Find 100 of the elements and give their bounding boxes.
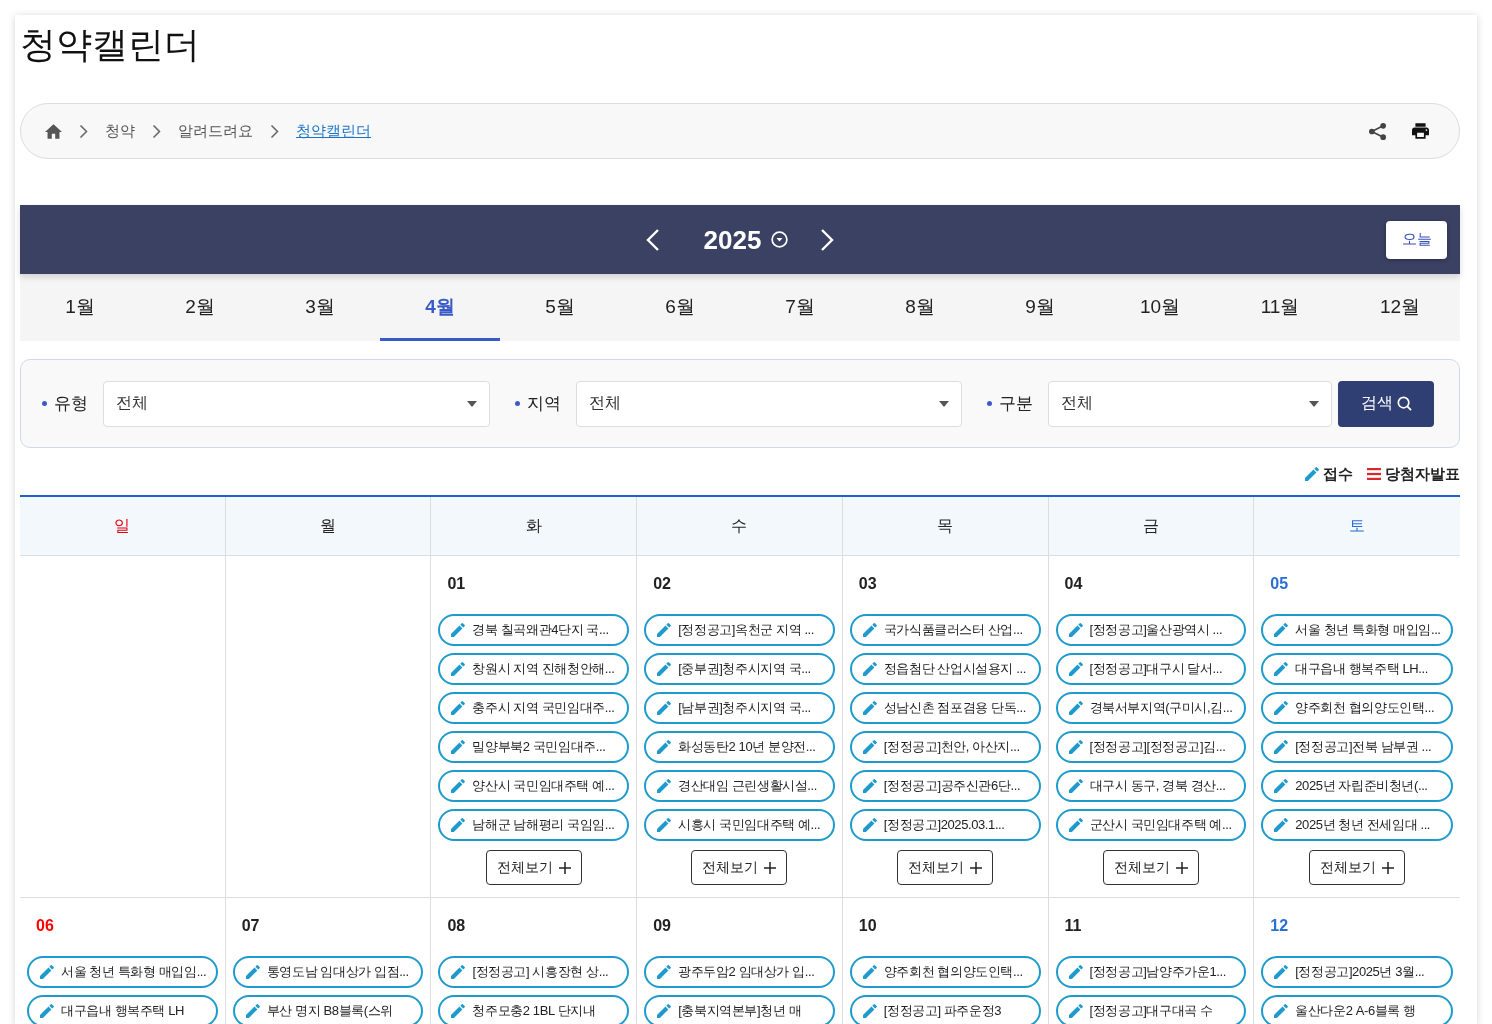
chevron-right-icon[interactable]: [820, 227, 835, 252]
event-item[interactable]: 2025년 청년 전세임대 ...: [1261, 809, 1453, 841]
event-item[interactable]: 군산시 국민임대주택 예...: [1055, 809, 1247, 841]
bullet-dot-icon: [987, 401, 993, 406]
event-item[interactable]: [정정공고]대구대곡 수: [1055, 995, 1247, 1024]
event-item[interactable]: [정정공고]천안, 아산지...: [849, 731, 1041, 763]
event-item[interactable]: 국가식품클러스터 산업...: [849, 614, 1041, 646]
event-item[interactable]: [정정공고]2025년 3월...: [1261, 956, 1453, 988]
pencil-icon: [1068, 779, 1083, 793]
event-item[interactable]: 경산대임 근린생활시설...: [644, 770, 835, 802]
pencil-icon: [451, 701, 466, 715]
event-item[interactable]: 경북서부지역(구미시,김...: [1055, 692, 1247, 724]
pencil-icon: [1274, 1004, 1289, 1018]
plus-icon: [1175, 861, 1188, 874]
pencil-icon: [1274, 701, 1289, 715]
select-field[interactable]: 전체: [1048, 380, 1332, 427]
pencil-icon: [245, 1004, 260, 1018]
month-tab[interactable]: 5월: [500, 274, 620, 341]
month-tab[interactable]: 2월: [140, 274, 260, 341]
event-item[interactable]: 양주회천 협의양도인택...: [849, 956, 1041, 988]
pencil-icon: [451, 740, 466, 754]
select-field[interactable]: 전체: [103, 380, 490, 427]
event-item[interactable]: 부산 명지 B8블록(스위: [232, 995, 424, 1024]
print-icon[interactable]: [1412, 123, 1429, 139]
event-item[interactable]: 울산다운2 A-6블록 행: [1261, 995, 1453, 1024]
month-tab[interactable]: 10월: [1100, 274, 1220, 341]
search-button[interactable]: 검색: [1338, 380, 1434, 427]
event-item[interactable]: [정정공고]2025.03.1...: [849, 809, 1041, 841]
pencil-icon: [1068, 965, 1083, 979]
event-item[interactable]: [정정공고]전북 남부권 ...: [1261, 731, 1453, 763]
pencil-icon: [657, 662, 672, 676]
event-item[interactable]: 대구읍내 행복주택 LH: [27, 995, 218, 1024]
weekday-label: 화: [525, 515, 542, 536]
event-item[interactable]: [충북지역본부]청년 매: [644, 995, 835, 1024]
pencil-icon: [657, 779, 672, 793]
event-item[interactable]: [정정공고]울산광역시 ...: [1055, 614, 1247, 646]
view-all-button[interactable]: 전체보기: [897, 850, 994, 885]
bullet-dot-icon: [514, 401, 520, 406]
month-tab[interactable]: 12월: [1340, 274, 1460, 341]
today-button[interactable]: 오늘: [1386, 220, 1447, 259]
event-item[interactable]: [정정공고]공주신관6단...: [849, 770, 1041, 802]
select-field[interactable]: 전체: [575, 380, 963, 427]
date-number: 10: [858, 916, 877, 936]
month-tab[interactable]: 7월: [740, 274, 860, 341]
home-icon[interactable]: [45, 123, 62, 139]
event-item[interactable]: 서울 청년 특화형 매입임...: [27, 956, 218, 988]
event-item[interactable]: 대구시 동구, 경북 경산...: [1055, 770, 1247, 802]
event-item[interactable]: [정정공고] 시흥장현 상...: [438, 956, 630, 988]
month-tab[interactable]: 1월: [20, 274, 140, 341]
month-tab[interactable]: 4월: [380, 274, 500, 341]
event-item[interactable]: 서울 청년 특화형 매입임...: [1261, 614, 1453, 646]
event-item[interactable]: [중부권]청주시지역 국...: [644, 653, 835, 685]
event-item[interactable]: [정정공고]남양주가운1...: [1055, 956, 1247, 988]
event-item[interactable]: 창원시 지역 진해청안해...: [438, 653, 630, 685]
chevron-left-icon[interactable]: [645, 227, 660, 252]
month-tab[interactable]: 6월: [620, 274, 740, 341]
event-item[interactable]: 화성동탄2 10년 분양전...: [644, 731, 835, 763]
date-number: 05: [1270, 574, 1289, 594]
event-item[interactable]: 양주회천 협의양도인택...: [1261, 692, 1453, 724]
event-item[interactable]: 시흥시 국민임대주택 예...: [644, 809, 835, 841]
date-number: 12: [1270, 916, 1289, 936]
breadcrumb-link[interactable]: 알려드려요: [178, 121, 253, 141]
event-item[interactable]: 경북 칠곡왜관4단지 국...: [438, 614, 630, 646]
legend-label: 당첨자발표: [1385, 464, 1460, 484]
view-all-button[interactable]: 전체보기: [1309, 850, 1406, 885]
month-tab[interactable]: 8월: [860, 274, 980, 341]
breadcrumb-link[interactable]: 청약: [105, 121, 135, 141]
event-item[interactable]: 청주모충2 1BL 단지내: [438, 995, 630, 1024]
event-item[interactable]: 정읍첨단 산업시설용지 ...: [849, 653, 1041, 685]
weekday-label: 일: [114, 515, 131, 536]
date-number: 01: [447, 574, 466, 594]
event-item[interactable]: [정정공고][정정공고]김...: [1055, 731, 1247, 763]
event-item[interactable]: 충주시 지역 국민임대주...: [438, 692, 630, 724]
event-item[interactable]: 성남신촌 점포겸용 단독...: [849, 692, 1041, 724]
event-item[interactable]: 밀양부북2 국민임대주...: [438, 731, 630, 763]
view-all-button[interactable]: 전체보기: [691, 850, 788, 885]
date-number: 08: [447, 916, 466, 936]
breadcrumb-link[interactable]: 청약캘린더: [296, 121, 371, 141]
pencil-icon: [862, 1004, 877, 1018]
event-item[interactable]: [정정공고]대구시 달서...: [1055, 653, 1247, 685]
view-all-button[interactable]: 전체보기: [1102, 850, 1199, 885]
view-all-button[interactable]: 전체보기: [485, 850, 582, 885]
pencil-icon: [862, 779, 877, 793]
event-item[interactable]: 남해군 남해평리 국임임...: [438, 809, 630, 841]
event-item[interactable]: 통영도남 임대상가 입점...: [232, 956, 424, 988]
event-item[interactable]: [정정공고] 파주운정3: [849, 995, 1041, 1024]
circle-caret-down-icon[interactable]: [771, 231, 789, 248]
event-item[interactable]: [남부권]청주시지역 국...: [644, 692, 835, 724]
event-item[interactable]: 광주두암2 임대상가 입...: [644, 956, 835, 988]
event-item[interactable]: 양산시 국민임대주택 예...: [438, 770, 630, 802]
month-tab[interactable]: 11월: [1220, 274, 1340, 341]
month-tab[interactable]: 3월: [260, 274, 380, 341]
pencil-icon: [1274, 965, 1289, 979]
weekday-label: 토: [1349, 515, 1366, 536]
event-item[interactable]: 대구읍내 행복주택 LH...: [1261, 653, 1453, 685]
event-item[interactable]: [정정공고]옥천군 지역 ...: [644, 614, 835, 646]
share-icon[interactable]: [1369, 122, 1386, 140]
event-item[interactable]: 2025년 자립준비청년(...: [1261, 770, 1453, 802]
list-lines-icon: [1367, 468, 1381, 480]
month-tab[interactable]: 9월: [980, 274, 1100, 341]
